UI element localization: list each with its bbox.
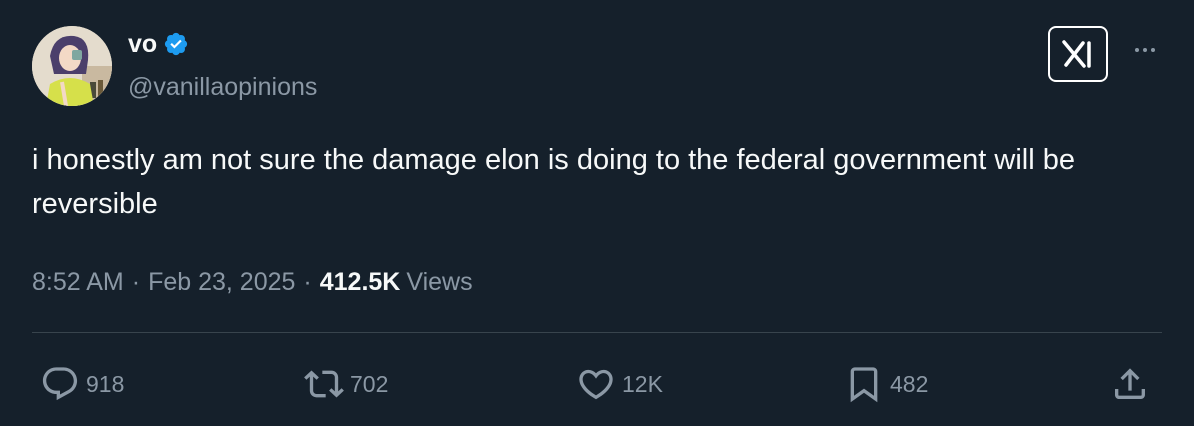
like-count: 12K: [622, 370, 663, 397]
tweet-time[interactable]: 8:52 AM: [32, 264, 124, 300]
tweet-date[interactable]: Feb 23, 2025: [148, 264, 295, 300]
views-label[interactable]: Views: [406, 264, 472, 300]
share-button[interactable]: [1110, 360, 1150, 408]
display-name[interactable]: vo: [128, 29, 157, 59]
author-name-row: vo: [128, 29, 189, 59]
bookmark-button[interactable]: 482: [844, 360, 928, 408]
more-icon[interactable]: [1128, 40, 1162, 60]
meta-separator: ·: [303, 268, 312, 296]
bookmark-count: 482: [890, 370, 929, 397]
tweet-text: i honestly am not sure the damage elon i…: [32, 144, 1076, 220]
reply-count: 918: [86, 370, 125, 397]
like-button[interactable]: 12K: [576, 360, 663, 408]
divider: [32, 332, 1162, 333]
x-logo-icon[interactable]: [1048, 26, 1108, 82]
verified-badge-icon: [163, 31, 189, 57]
meta-separator: ·: [131, 268, 141, 296]
tweet-card: vo @vanillaopinions i honestly am not su…: [0, 0, 1194, 426]
action-bar: 918 702 12K 482: [0, 360, 1194, 408]
bookmark-icon: [844, 364, 884, 404]
reply-icon: [40, 364, 80, 404]
reply-button[interactable]: 918: [40, 360, 124, 408]
heart-icon: [576, 364, 616, 404]
views-count[interactable]: 412.5K: [320, 264, 401, 300]
avatar[interactable]: [32, 26, 112, 106]
tweet-meta: 8:52 AM · Feb 23, 2025 · 412.5K Views: [32, 264, 473, 300]
retweet-count: 702: [350, 370, 389, 397]
share-icon: [1110, 364, 1150, 404]
avatar-image: [32, 26, 112, 106]
retweet-button[interactable]: 702: [304, 360, 388, 408]
author-handle[interactable]: @vanillaopinions: [128, 72, 317, 102]
retweet-icon: [304, 364, 344, 404]
